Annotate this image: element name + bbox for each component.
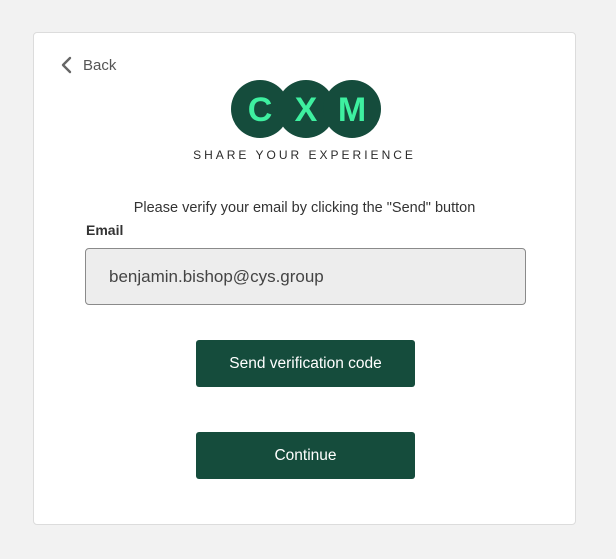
back-label: Back: [83, 56, 117, 74]
continue-button[interactable]: Continue: [196, 432, 415, 479]
send-verification-code-button[interactable]: Send verification code: [196, 340, 415, 387]
tagline: SHARE YOUR EXPERIENCE: [193, 148, 416, 162]
chevron-left-icon: [59, 55, 75, 75]
email-field[interactable]: [85, 248, 526, 305]
back-link[interactable]: Back: [59, 55, 116, 75]
verification-card: Back C X M SHARE YOUR EXPERIENCE Please …: [33, 32, 576, 525]
logo-letter-m: M: [338, 91, 366, 129]
email-label: Email: [86, 222, 124, 238]
instruction-text: Please verify your email by clicking the…: [133, 200, 476, 216]
cxm-logo: C X M: [230, 79, 382, 139]
logo-letter-x: X: [295, 91, 318, 129]
logo-letter-c: C: [248, 91, 273, 129]
